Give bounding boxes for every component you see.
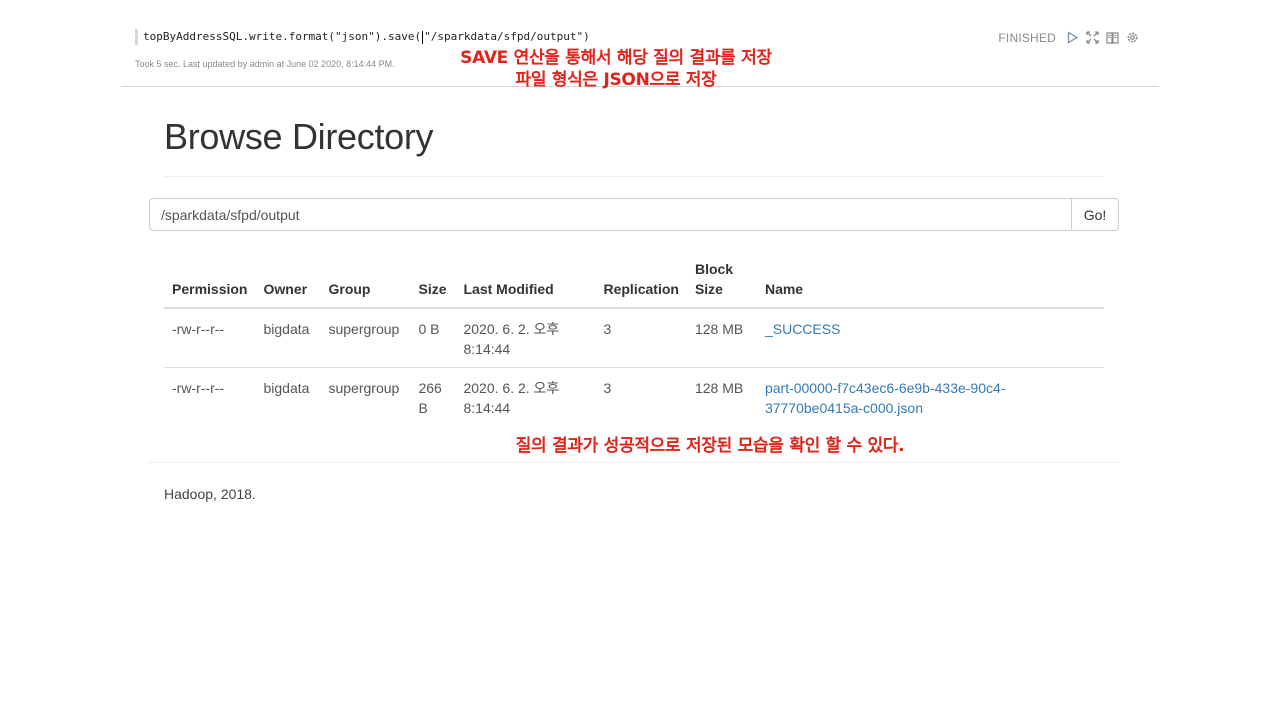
title-divider (164, 176, 1104, 177)
column-header-permission[interactable]: Permission (164, 255, 256, 309)
column-header-replication[interactable]: Replication (595, 255, 687, 309)
column-header-owner[interactable]: Owner (255, 255, 321, 309)
cell-group: supergroup (328, 321, 400, 337)
cell-group: supergroup (320, 367, 411, 426)
directory-path-group: Go! (149, 198, 1119, 231)
table-header-row: Permission Owner Group Size Last Modifie… (164, 255, 1104, 309)
book-icon[interactable] (1105, 30, 1120, 45)
paragraph-status: FINISHED (998, 30, 1056, 45)
code-text-after-cursor: "/sparkdata/sfpd/output") (424, 30, 590, 43)
cell-permission: -rw-r--r-- (172, 321, 225, 337)
paragraph-run-info: Took 5 sec. Last updated by admin at Jun… (135, 59, 395, 69)
page-title: Browse Directory (164, 116, 434, 157)
expand-icon[interactable] (1085, 30, 1100, 45)
size-line-1: 0 B (418, 321, 440, 337)
cell-owner: bigdata (263, 321, 310, 337)
footer-divider (149, 462, 1119, 463)
directory-table: Permission Owner Group Size Last Modifie… (164, 255, 1104, 426)
table-row: -rw-r--r-- bigdata supergroup 0 B 2020. … (164, 308, 1104, 368)
cell-owner: bigdata (255, 367, 321, 426)
size-line-2: B (418, 400, 428, 416)
cell-name: part-00000-f7c43ec6-6e9b-433e-90c4- 37770… (756, 367, 1104, 426)
column-header-last-modified[interactable]: Last Modified (455, 255, 596, 309)
paragraph-toolbar: FINISHED (998, 30, 1140, 45)
modified-time: 8:14:44 (463, 400, 511, 416)
text-cursor (422, 30, 424, 44)
cell-last-modified: 2020. 6. 2. 오후 8:14:44 (455, 308, 595, 368)
cell-block-size: 128 MB (686, 367, 757, 426)
file-name-line-2: 37770be0415a-c000.json (764, 400, 923, 416)
column-header-name[interactable]: Name (756, 255, 1104, 309)
column-header-group[interactable]: Group (320, 255, 411, 309)
cell-size: 266 B (410, 367, 456, 426)
table-row: -rw-r--r-- bigdata supergroup 266 B 2020.… (164, 367, 1104, 426)
cell-block-size: 128 MB (694, 321, 744, 337)
cell-size: 0 B (410, 308, 455, 368)
modified-date: 2020. 6. 2. 오후 (463, 380, 560, 396)
cell-last-modified: 2020. 6. 2. 오후 8:14:44 (455, 367, 596, 426)
cell-replication: 3 (603, 321, 612, 337)
modified-date: 2020. 6. 2. 오후 (463, 321, 560, 337)
annotation-result-note: 질의 결과가 성공적으로 저장된 모습을 확인 할 수 있다. (515, 436, 905, 456)
column-header-size[interactable]: Size (410, 255, 456, 309)
block-size-label-1: Block (694, 261, 734, 277)
directory-path-input[interactable] (150, 199, 1071, 230)
code-text-before-cursor: topByAddressSQL.write.format("json").sav… (143, 30, 422, 43)
annotation-line-1: SAVE 연산을 통해서 해당 질의 결과를 저장 (460, 48, 772, 68)
run-icon[interactable] (1065, 30, 1080, 45)
file-name-line-1: _SUCCESS (764, 321, 841, 337)
gear-icon[interactable] (1125, 30, 1140, 45)
block-size-label-2: Size (694, 281, 723, 297)
go-button[interactable]: Go! (1071, 199, 1118, 230)
file-link-success[interactable]: _SUCCESS (765, 321, 840, 337)
cell-permission: -rw-r--r-- (164, 367, 256, 426)
cell-name: _SUCCESS (757, 308, 1104, 368)
code-editor-line[interactable]: topByAddressSQL.write.format("json").sav… (135, 29, 590, 45)
modified-time: 8:14:44 (463, 341, 511, 357)
footer-text: Hadoop, 2018. (164, 486, 256, 502)
column-header-block-size[interactable]: Block Size (686, 255, 757, 309)
annotation-line-2: 파일 형식은 JSON으로 저장 (515, 70, 717, 90)
size-line-1: 266 (418, 380, 442, 396)
cell-replication: 3 (595, 367, 687, 426)
file-link-part[interactable]: part-00000-f7c43ec6-6e9b-433e-90c4- 37770… (765, 380, 1006, 416)
file-name-line-1: part-00000-f7c43ec6-6e9b-433e-90c4- (764, 380, 1006, 396)
annotation-save-note: SAVE 연산을 통해서 해당 질의 결과를 저장 파일 형식은 JSON으로 … (400, 47, 832, 91)
